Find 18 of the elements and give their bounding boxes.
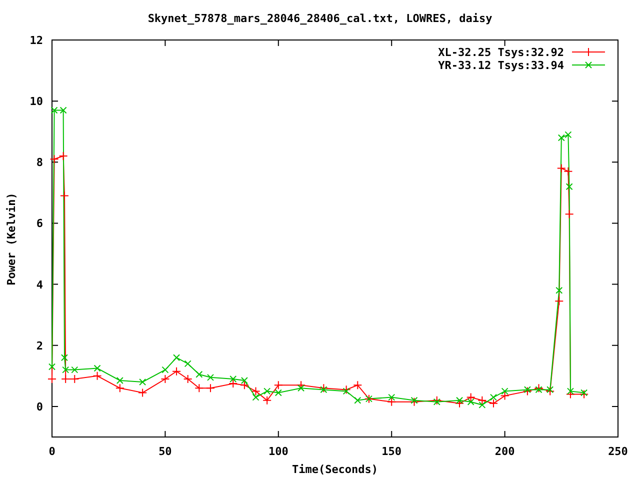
axis-tick-label: 12 xyxy=(30,34,43,47)
legend-label: YR-33.12 Tsys:33.94 xyxy=(438,59,564,72)
axis-tick-label: 0 xyxy=(48,445,56,458)
axis-label: Time(Seconds) xyxy=(292,463,378,476)
axis-tick-label: 150 xyxy=(382,445,402,458)
axis-tick-label: 0 xyxy=(36,400,43,414)
axis-tick-label: 10 xyxy=(30,95,43,108)
axis-tick-label: 6 xyxy=(36,217,43,230)
axis-tick-label: 50 xyxy=(158,445,172,458)
axis-tick-label: 4 xyxy=(36,278,43,292)
axis-label: Power (Kelvin) xyxy=(5,192,18,286)
axis-tick-label: 2 xyxy=(36,339,43,352)
chart-title: Skynet_57878_mars_28046_28406_cal.txt, LOWRES, daisy xyxy=(148,12,492,25)
axis-tick-label: 200 xyxy=(494,445,515,458)
legend-label: XL-32.25 Tsys:32.92 xyxy=(438,46,564,59)
axis-tick-label: 100 xyxy=(268,445,288,458)
axis-tick-label: 250 xyxy=(608,445,628,458)
axis-tick-label: 8 xyxy=(36,156,43,170)
